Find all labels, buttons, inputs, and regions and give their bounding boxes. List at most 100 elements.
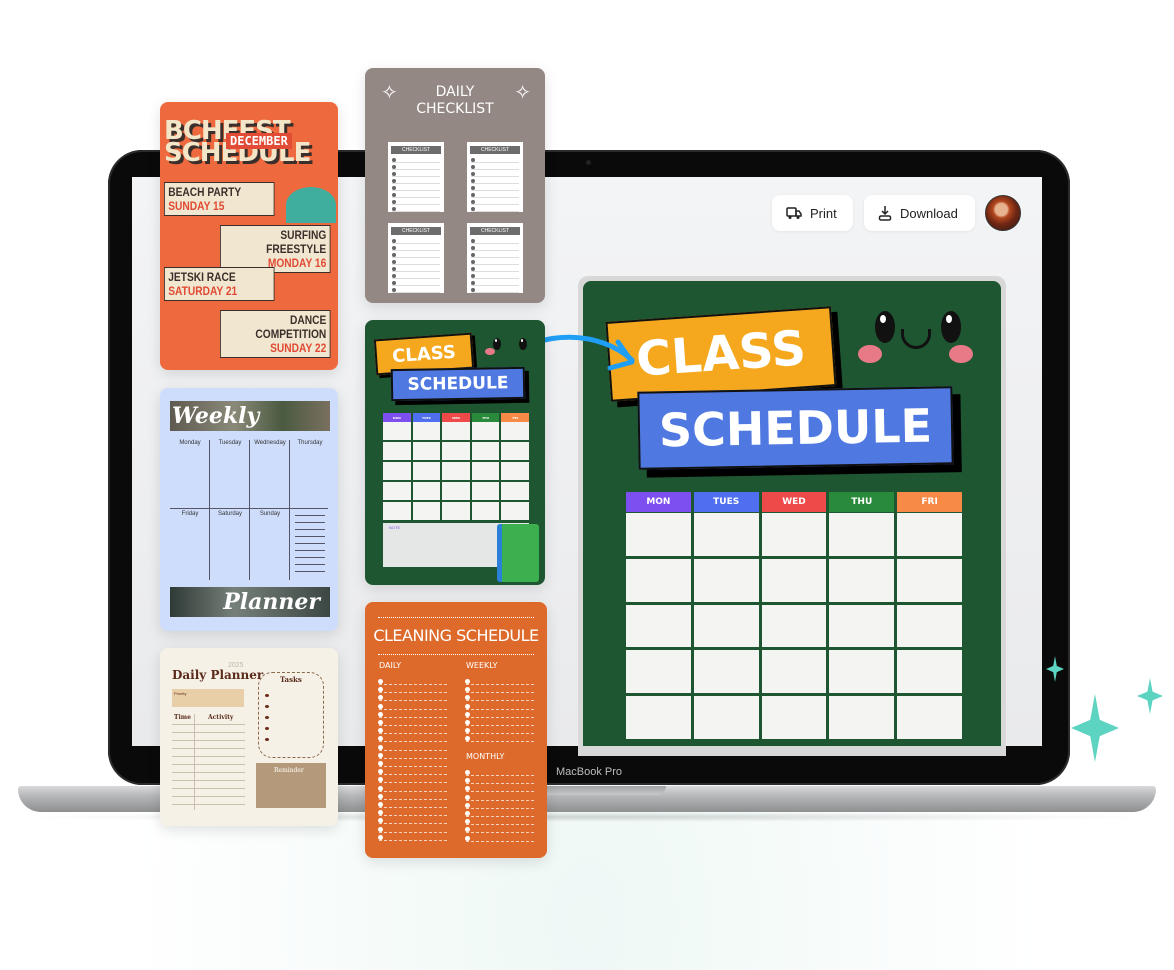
cleaning-task-line[interactable] [378,800,447,808]
fest-month: DECEMBER [226,133,292,149]
cleaning-task-line[interactable] [465,726,534,735]
checklist-card: CHECKLIST [467,223,523,293]
schedule-cell [693,604,759,648]
cleaning-task-line[interactable] [465,801,534,809]
planner-line [172,748,245,749]
download-button[interactable]: Download [864,195,975,231]
cleaning-task-line[interactable] [465,710,534,718]
template-cleaning-schedule[interactable]: CLEANING SCHEDULE DAILY WEEKLY MONTHLY [365,602,547,858]
cleaning-task-line[interactable] [465,734,534,743]
checklist-line [471,272,519,279]
schedule-cell [626,558,691,602]
planner-line [172,796,245,797]
cleaning-task-line[interactable] [378,767,447,776]
cleaning-task-line[interactable] [378,743,447,751]
user-avatar[interactable] [985,195,1021,231]
template-beach-fest[interactable]: BCHFEST SCHEDULE DECEMBER BEACH PARTY SUND… [160,102,338,370]
checklist-line [392,184,440,191]
cleaning-task-line[interactable] [465,834,534,842]
cleaning-task-line[interactable] [378,726,447,735]
note-label: NOTE [389,525,401,530]
checklist-line [471,198,519,205]
cleaning-task-line[interactable] [378,775,447,784]
face-eye-right [519,338,527,350]
cleaning-task-line[interactable] [378,693,447,702]
weekly-day-sunday: Sunday [259,511,281,517]
monthly-label: MONTHLY [466,752,505,761]
schedule-cell [693,650,759,694]
schedule-cell [383,482,411,500]
cleaning-task-line[interactable] [378,677,447,685]
preview-title-class: CLASS [605,306,837,402]
checklist-line [392,156,440,163]
cleaning-task-line[interactable] [378,685,447,694]
weekly-divider [209,440,210,580]
print-button[interactable]: Print [772,195,853,231]
daily-label: DAILY [379,661,402,670]
planner-divider [194,714,195,810]
checklist-line [392,272,440,279]
weekly-day-saturday: Saturday [217,511,242,517]
weekly-day-wednesday: Wednesday [254,440,286,446]
notes-line [295,522,325,523]
cleaning-task-line[interactable] [465,784,534,793]
schedule-cell [412,482,441,500]
checklist-line [471,191,519,198]
schedule-cell [412,462,441,480]
schedule-cell [471,462,500,480]
divider [378,654,534,655]
cleaning-task-line[interactable] [378,734,447,743]
schedule-cell [383,422,411,440]
checklist-line [392,177,440,184]
cleaning-task-line[interactable] [465,809,534,817]
cleaning-task-line[interactable] [378,759,447,767]
weekly-day-thursday: Thursday [297,440,323,446]
cleaning-task-line[interactable] [465,776,534,785]
checklist-card-label: CHECKLIST [391,227,441,235]
schedule-cell [626,513,691,556]
checklist-card-label: CHECKLIST [391,146,441,154]
day-header-tues: TUES [693,492,759,512]
planner-line [172,804,245,805]
cleaning-task-line[interactable] [378,718,447,726]
download-icon [878,206,892,221]
notes-line [295,536,325,537]
template-daily-planner[interactable]: Daily Planner 2025 Priority Time Activit… [160,648,338,826]
template-daily-checklist[interactable]: DAILY CHECKLIST ✧ ✧ CHECKLIST CHECKLIST CHE… [365,68,545,303]
cleaning-task-line[interactable] [465,817,534,826]
checklist-line [392,286,440,293]
tasks-box [258,672,324,758]
preview-title-schedule: SCHEDULE [637,386,954,470]
print-label: Print [810,205,837,221]
cleaning-task-line[interactable] [378,825,447,833]
cleaning-task-line[interactable] [378,833,447,841]
schedule-cell [761,696,827,739]
cleaning-task-line[interactable] [378,784,447,792]
planner-line [172,732,245,733]
template-weekly-planner[interactable]: Weekly Monday Tuesday Wednesday Thursday Fri… [160,388,338,631]
cleaning-task-line[interactable] [465,718,534,726]
cleaning-task-line[interactable] [465,768,534,776]
cleaning-task-line[interactable] [465,793,534,801]
schedule-cell [761,513,827,556]
template-class-schedule[interactable]: CLASS SCHEDULE MON TUES WED THU FRI NOTE [365,320,545,585]
checklist-line [471,265,519,272]
schedule-cell [829,696,895,739]
schedule-cell [471,502,500,520]
cleaning-task-line[interactable] [378,808,447,817]
cleaning-task-line[interactable] [465,685,534,694]
cleaning-task-line[interactable] [378,816,447,825]
cleaning-task-line[interactable] [465,702,534,710]
sparkle-icon: ✧ [514,82,531,104]
cleaning-task-line[interactable] [465,693,534,702]
cleaning-task-line[interactable] [378,702,447,710]
schedule-cell [693,696,759,739]
cleaning-task-line[interactable] [378,792,447,800]
schedule-cell [501,442,529,460]
checklist-line [471,251,519,258]
fest-event: JETSKI RACE SATURDAY 21 [164,267,275,301]
cleaning-task-line[interactable] [465,677,534,685]
cleaning-task-line[interactable] [378,751,447,759]
cleaning-task-line[interactable] [378,710,447,718]
cleaning-task-line[interactable] [465,825,534,834]
